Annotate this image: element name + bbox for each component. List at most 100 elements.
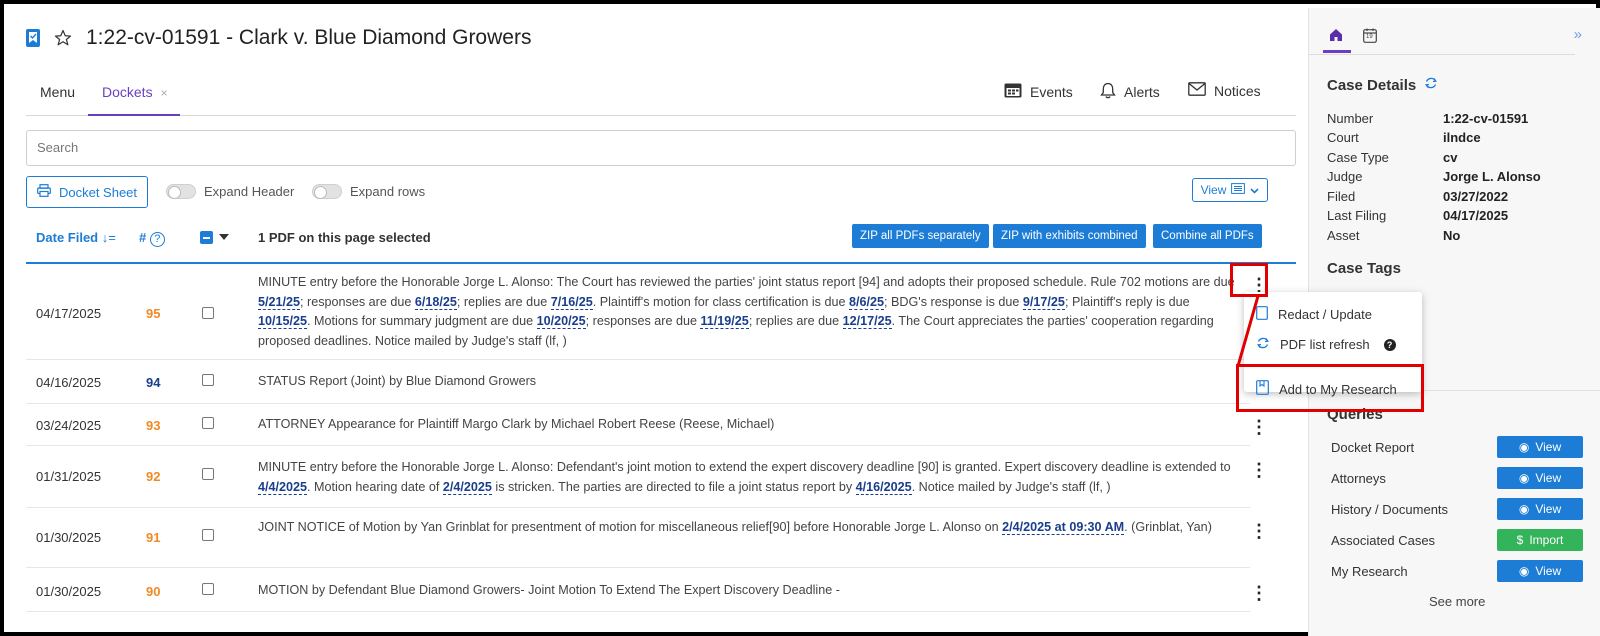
- row-number[interactable]: 90: [146, 584, 160, 599]
- search-input[interactable]: Search: [26, 130, 1296, 166]
- row-actions-kebab-icon[interactable]: ⋮: [1250, 461, 1268, 479]
- text-segment: ; replies are due: [456, 294, 551, 309]
- annotation-connector: [1236, 295, 1260, 367]
- eye-icon: ◉: [1518, 440, 1530, 454]
- table-row: 04/16/2025 94 STATUS Report (Joint) by B…: [26, 360, 1250, 404]
- detail-label: Case Type: [1327, 150, 1389, 165]
- close-icon[interactable]: ×: [161, 86, 168, 100]
- text-segment: JOINT NOTICE of Motion by Yan Grinblat f…: [258, 520, 1003, 534]
- select-all-checkbox[interactable]: [200, 231, 213, 244]
- view-dropdown[interactable]: View: [1192, 178, 1268, 202]
- view-label: View: [1535, 440, 1562, 454]
- alerts-button[interactable]: Alerts: [1100, 82, 1160, 102]
- star-icon[interactable]: [54, 29, 72, 47]
- table-row: 01/30/2025 91 JOINT NOTICE of Motion by …: [26, 508, 1268, 568]
- deadline-link[interactable]: 11/19/25: [700, 314, 749, 329]
- associated-cases-import-button[interactable]: $ Import: [1497, 529, 1583, 551]
- detail-value: 03/27/2022: [1443, 189, 1509, 204]
- sort-date-header[interactable]: Date Filed ↓=: [36, 230, 116, 245]
- menu-item-label: Add to My Research: [1279, 381, 1397, 397]
- row-actions-kebab-icon[interactable]: ⋮: [1250, 276, 1268, 294]
- deadline-link[interactable]: 10/15/25: [258, 314, 308, 329]
- menu-item-pdf-refresh[interactable]: PDF list refresh ?: [1244, 336, 1422, 353]
- see-more-link[interactable]: See more: [1429, 594, 1485, 609]
- docket-report-view-button[interactable]: ◉ View: [1497, 436, 1583, 458]
- row-checkbox[interactable]: [202, 583, 214, 595]
- deadline-link[interactable]: 4/16/2025: [855, 479, 912, 495]
- caret-down-icon[interactable]: [219, 234, 229, 240]
- row-actions-kebab-icon[interactable]: ⋮: [1250, 522, 1268, 540]
- my-research-view-button[interactable]: ◉ View: [1497, 560, 1583, 582]
- bookmark-icon[interactable]: [26, 29, 40, 47]
- events-button[interactable]: Events: [1004, 82, 1073, 101]
- row-description: MINUTE entry before the Honorable Jorge …: [258, 273, 1238, 351]
- row-date: 04/17/2025: [36, 306, 102, 321]
- deadline-link[interactable]: 5/21/25: [258, 294, 301, 310]
- docket-sheet-button[interactable]: Docket Sheet: [26, 176, 148, 208]
- divider: [1244, 366, 1422, 367]
- deadline-link[interactable]: 4/4/2025: [258, 479, 308, 495]
- combine-all-button[interactable]: Combine all PDFs: [1153, 224, 1262, 248]
- deadline-link[interactable]: 2/4/2025: [442, 479, 492, 495]
- home-icon[interactable]: [1329, 28, 1343, 47]
- deadline-link[interactable]: 10/20/25: [536, 314, 586, 329]
- table-row: 01/31/2025 92 MINUTE entry before the Ho…: [26, 446, 1268, 508]
- row-number[interactable]: 93: [146, 418, 160, 433]
- toggle-switch[interactable]: [166, 184, 196, 199]
- row-number[interactable]: 94: [146, 375, 160, 390]
- text-segment: ; responses are due: [300, 294, 415, 309]
- deadline-link[interactable]: 7/16/25: [550, 294, 593, 310]
- row-checkbox[interactable]: [202, 529, 214, 541]
- menu-item-label: PDF list refresh: [1280, 337, 1370, 352]
- list-icon: [1231, 183, 1246, 197]
- sort-icon: ↓=: [101, 230, 116, 245]
- row-number[interactable]: 92: [146, 469, 160, 484]
- zip-combined-button[interactable]: ZIP with exhibits combined: [993, 224, 1146, 248]
- expand-rows-toggle[interactable]: Expand rows: [312, 184, 425, 199]
- text-segment: ; responses are due: [585, 314, 701, 328]
- refresh-icon[interactable]: [1424, 76, 1438, 94]
- row-actions-kebab-icon[interactable]: ⋮: [1250, 418, 1268, 436]
- deadline-link[interactable]: 9/17/25: [1022, 294, 1065, 310]
- row-checkbox[interactable]: [202, 417, 214, 429]
- detail-value: 1:22-cv-01591: [1443, 111, 1529, 126]
- row-number[interactable]: 95: [146, 306, 160, 321]
- row-checkbox[interactable]: [202, 468, 214, 480]
- tab-menu[interactable]: Menu: [40, 84, 75, 100]
- view-label: View: [1535, 564, 1562, 578]
- notices-button[interactable]: Notices: [1188, 82, 1261, 99]
- row-description: MOTION by Defendant Blue Diamond Growers…: [258, 583, 840, 597]
- deadline-link[interactable]: 6/18/25: [414, 294, 457, 310]
- text-segment: is stricken. The parties are directed to…: [491, 479, 856, 494]
- row-checkbox[interactable]: [202, 374, 214, 386]
- menu-item-redact[interactable]: Redact / Update: [1244, 306, 1422, 323]
- history-view-button[interactable]: ◉ View: [1497, 498, 1583, 520]
- text-segment: ; BDG's response is due: [884, 294, 1023, 309]
- help-circle-icon[interactable]: ?: [149, 232, 165, 247]
- row-number[interactable]: 91: [146, 530, 160, 545]
- menu-item-add-research[interactable]: Add to My Research: [1244, 380, 1422, 398]
- queries-heading: Queries: [1327, 406, 1383, 423]
- calendar-day-icon[interactable]: 19: [1363, 28, 1377, 48]
- active-tab-indicator: [88, 114, 180, 116]
- deadline-link[interactable]: 12/17/25: [842, 314, 892, 329]
- case-details-heading: Case Details: [1327, 76, 1438, 94]
- deadline-link[interactable]: 2/4/2025 at 09:30 AM: [1002, 520, 1125, 535]
- query-label: My Research: [1331, 564, 1408, 579]
- expand-header-label: Expand Header: [204, 184, 295, 199]
- query-label: Associated Cases: [1331, 533, 1436, 548]
- help-icon[interactable]: ?: [1383, 338, 1396, 351]
- collapse-panel-icon[interactable]: »: [1574, 26, 1582, 43]
- number-label: #: [139, 230, 147, 245]
- expand-header-toggle[interactable]: Expand Header: [166, 184, 294, 199]
- tab-dockets[interactable]: Dockets ×: [102, 84, 168, 100]
- row-actions-menu: Redact / Update PDF list refresh ? Add t…: [1244, 292, 1422, 397]
- deadline-link[interactable]: 8/6/25: [849, 294, 885, 310]
- toggle-switch[interactable]: [312, 184, 342, 199]
- attorneys-view-button[interactable]: ◉ View: [1497, 467, 1583, 489]
- zip-separately-button[interactable]: ZIP all PDFs separately: [852, 224, 989, 248]
- page-title: 1:22-cv-01591 - Clark v. Blue Diamond Gr…: [86, 26, 532, 49]
- table-header: Date Filed ↓= # ? 1 PDF on this page sel…: [26, 222, 1296, 264]
- row-actions-kebab-icon[interactable]: ⋮: [1250, 584, 1268, 602]
- row-checkbox[interactable]: [202, 307, 214, 319]
